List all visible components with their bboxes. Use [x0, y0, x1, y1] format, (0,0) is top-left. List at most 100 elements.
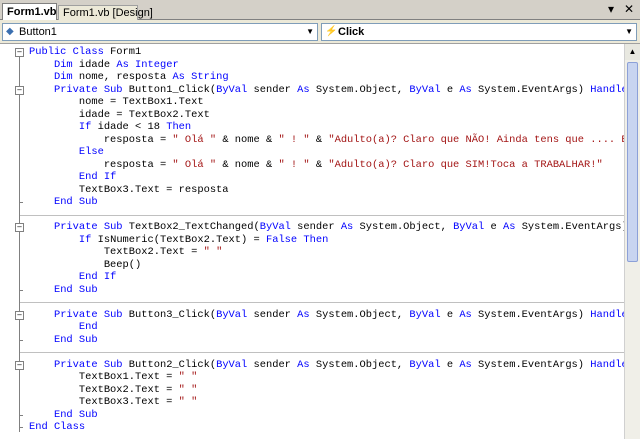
keyword-token: End — [78, 321, 98, 333]
code-token: TextBox1.Text = — [29, 371, 179, 383]
code-line[interactable]: TextBox1.Text = " " — [29, 371, 198, 384]
collapse-toggle-icon[interactable]: − — [15, 48, 24, 57]
string-token: " " — [203, 246, 223, 258]
outline-margin — [0, 44, 20, 439]
code-token: TextBox2.Text = — [29, 383, 179, 396]
keyword-token: As — [297, 83, 316, 96]
code-line[interactable]: resposta = " Olá " & nome & " ! " & "Adu… — [29, 134, 640, 147]
keyword-token: As — [459, 83, 479, 96]
code-token: & nome & — [216, 158, 279, 171]
collapse-toggle-icon[interactable]: − — [15, 85, 24, 95]
keyword-token: End Sub — [53, 196, 98, 208]
code-line[interactable]: TextBox2.Text = " " — [29, 246, 223, 259]
collapse-toggle-icon[interactable]: − — [15, 360, 24, 370]
keyword-token: As — [459, 358, 479, 371]
code-line[interactable]: End If — [29, 271, 116, 284]
code-line[interactable]: End Sub — [29, 196, 98, 209]
code-line[interactable]: Beep() — [29, 259, 141, 272]
vertical-scrollbar[interactable]: ▲ — [624, 44, 640, 439]
keyword-token: If — [78, 233, 98, 246]
outline-end-tick — [19, 427, 23, 428]
code-line[interactable]: Dim nome, resposta As String — [29, 71, 229, 84]
member-combo[interactable]: ⚡ Click ▼ — [321, 23, 637, 41]
code-editor[interactable]: − − − − − Public Class Form1 Dim idade As In… — [0, 44, 640, 439]
code-line[interactable]: Private Sub Button1_Click(ByVal sender A… — [29, 84, 640, 97]
keyword-token: ByVal — [216, 358, 254, 371]
code-line[interactable]: End Sub — [29, 409, 98, 422]
keyword-token: ByVal — [453, 221, 491, 233]
code-line[interactable]: Private Sub TextBox2_TextChanged(ByVal s… — [29, 221, 640, 234]
keyword-token: End Sub — [53, 283, 98, 296]
code-line[interactable]: If idade < 18 Then — [29, 121, 191, 134]
string-token: " Olá " — [172, 158, 217, 171]
code-line[interactable]: End Sub — [29, 334, 98, 347]
code-line[interactable]: Else — [29, 146, 104, 159]
code-line[interactable]: TextBox2.Text = " " — [29, 383, 198, 397]
code-token: resposta = — [29, 133, 173, 146]
code-line[interactable]: TextBox3.Text = resposta — [29, 184, 229, 197]
scroll-up-icon[interactable]: ▲ — [625, 44, 640, 60]
code-token: e — [490, 221, 503, 233]
code-token: IsNumeric(TextBox2.Text) = — [97, 233, 266, 246]
keyword-token: If — [78, 121, 98, 133]
collapse-toggle-icon[interactable]: − — [15, 223, 24, 232]
keyword-token: As Integer — [116, 58, 179, 71]
code-token: sender — [253, 358, 298, 371]
code-token: System.EventArgs) — [478, 83, 591, 96]
code-line[interactable]: End Sub — [29, 284, 98, 297]
chevron-down-icon[interactable]: ▼ — [306, 24, 314, 40]
code-token: Button3_Click( — [128, 308, 217, 321]
code-line[interactable]: TextBox3.Text = " " — [29, 396, 198, 409]
outline-end-tick — [19, 339, 23, 341]
code-line[interactable]: If IsNumeric(TextBox2.Text) = False Then — [29, 234, 328, 247]
code-token: TextBox3.Text = resposta — [29, 183, 229, 196]
code-token: idade = TextBox2.Text — [29, 108, 210, 121]
keyword-token: Private Sub — [53, 308, 129, 321]
keyword-token: End Sub — [53, 333, 98, 346]
keyword-token: As — [340, 221, 360, 233]
class-member-icon: ◆ — [6, 26, 14, 37]
outline-end-tick — [19, 414, 23, 416]
tab-form1-code[interactable]: Form1.vb — [2, 3, 57, 20]
string-token: " " — [178, 383, 198, 396]
chevron-down-icon[interactable]: ▼ — [625, 24, 633, 40]
code-token: e — [446, 83, 460, 96]
keyword-token: As String — [172, 71, 229, 83]
code-token: & — [309, 133, 329, 146]
scroll-thumb[interactable] — [627, 62, 638, 262]
code-line[interactable]: End If — [29, 171, 116, 184]
code-token: Beep() — [29, 258, 142, 271]
code-token: Button2_Click( — [128, 358, 217, 371]
tab-form1-design[interactable]: Form1.vb [Design] — [58, 5, 153, 20]
procedure-separator — [20, 214, 640, 216]
string-token: " Olá " — [172, 133, 217, 146]
code-token: System.EventArgs) — [478, 308, 591, 321]
keyword-token: ByVal — [409, 308, 447, 321]
object-combo[interactable]: ◆ Button1 ▼ — [2, 23, 318, 41]
keyword-token: As — [297, 308, 316, 321]
event-lightning-icon: ⚡ — [325, 26, 338, 37]
code-line[interactable]: Private Sub Button3_Click( ByVal sender A… — [29, 309, 640, 322]
code-token: TextBox2.Text = — [29, 246, 204, 258]
code-line[interactable]: Public Class Form1 — [29, 46, 141, 59]
close-document-icon[interactable]: ✕ — [624, 2, 634, 16]
code-line[interactable]: resposta = " Olá " & nome & " ! " & "Adu… — [29, 159, 603, 172]
keyword-token: End If — [78, 271, 117, 283]
code-line[interactable]: idade = TextBox2.Text — [29, 109, 210, 122]
code-token: sender — [253, 308, 298, 321]
code-line[interactable]: End Class — [29, 421, 85, 434]
window-list-dropdown-icon[interactable]: ▾ — [608, 2, 614, 16]
keyword-token: As — [297, 358, 316, 371]
code-line[interactable]: Dim idade As Integer — [29, 59, 179, 72]
code-line[interactable]: End — [29, 321, 98, 334]
code-line[interactable]: nome = TextBox1.Text — [29, 96, 204, 109]
string-token: "Adulto(a)? Claro que SIM!Toca a TRABALH… — [328, 158, 603, 171]
collapse-toggle-icon[interactable]: − — [15, 310, 24, 320]
code-token: TextBox2_TextChanged( — [128, 221, 260, 233]
code-line[interactable]: Private Sub Button2_Click(ByVal sender A… — [29, 359, 640, 372]
